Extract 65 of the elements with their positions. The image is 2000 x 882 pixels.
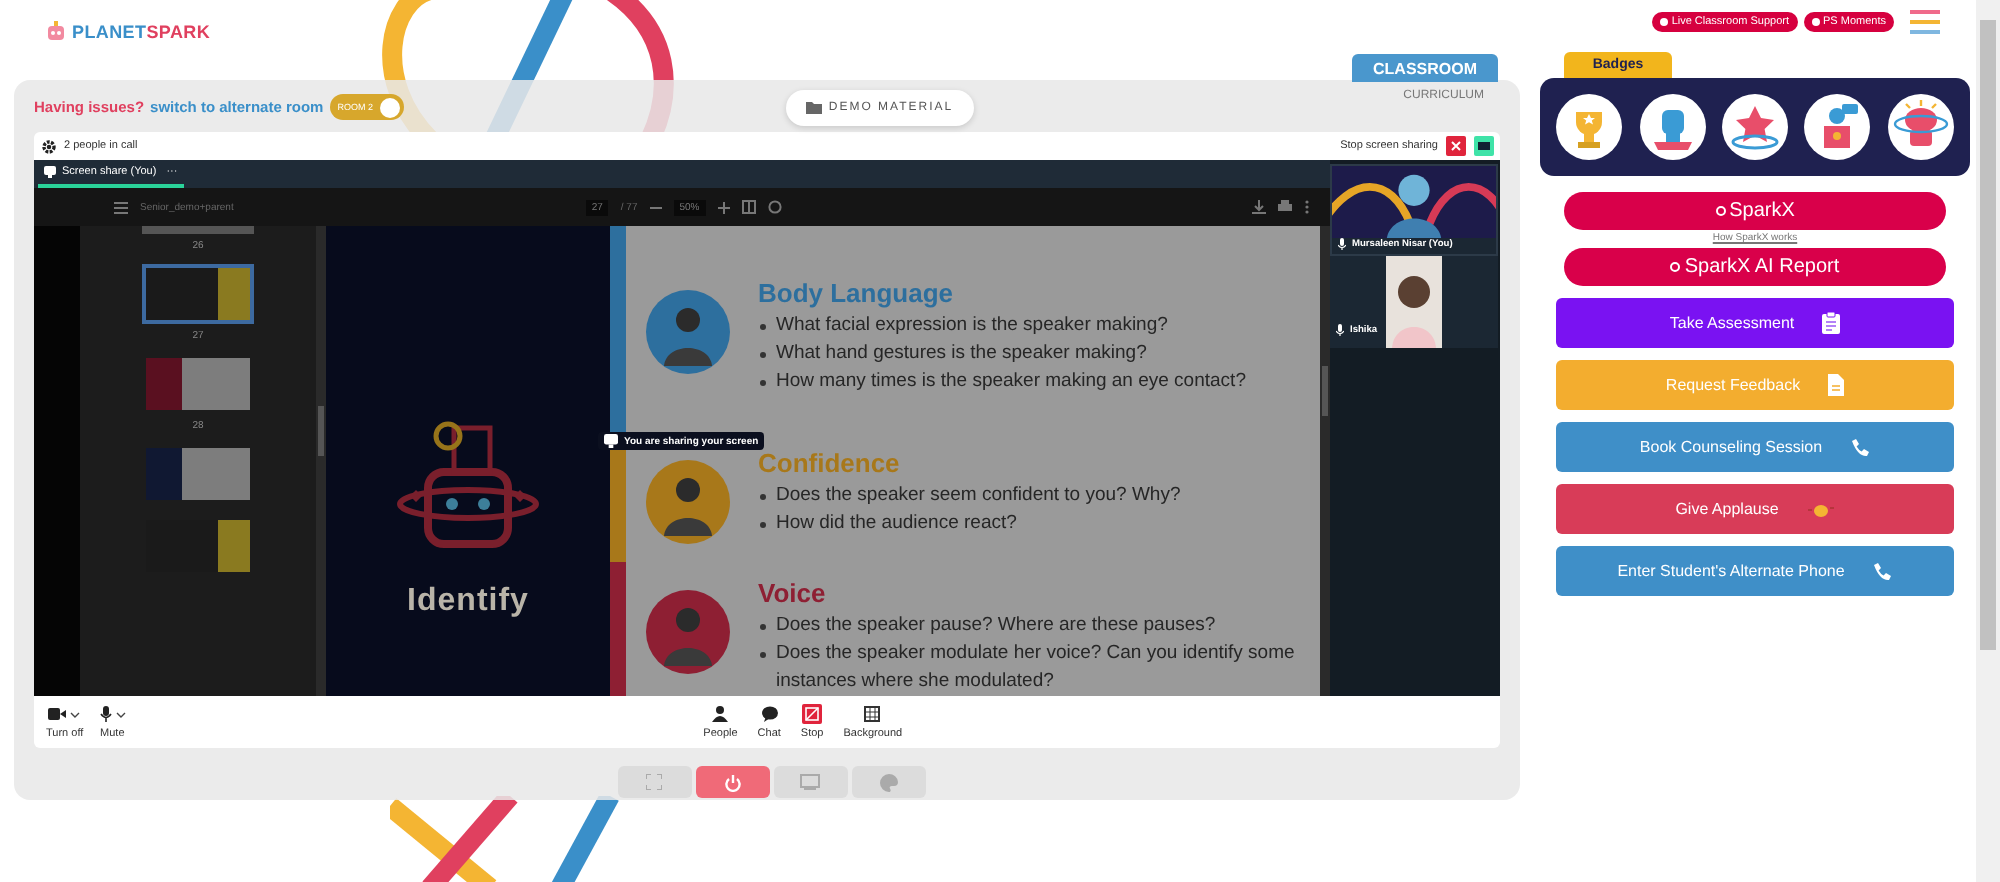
action-button[interactable]: Book Counseling Session xyxy=(1556,422,1954,472)
bullet-text: Does the speaker modulate her voice? Can you identify some instances where she modulated? xyxy=(758,640,1298,696)
classroom-tab[interactable]: CLASSROOM xyxy=(1352,54,1498,82)
microphone-icon xyxy=(99,706,112,722)
scrollbar[interactable] xyxy=(1320,226,1330,696)
scrollbar[interactable] xyxy=(1976,0,2000,882)
page-thumbnail[interactable] xyxy=(142,354,254,414)
bullet-text: How many times is the speaker making an eye contact? xyxy=(758,368,1298,396)
close-icon[interactable] xyxy=(1446,136,1466,156)
caret-icon xyxy=(70,711,81,717)
print-icon[interactable] xyxy=(1278,200,1292,214)
action-button[interactable]: Take Assessment xyxy=(1556,298,1954,348)
download-icon[interactable] xyxy=(1252,200,1266,214)
brain-badge-icon[interactable] xyxy=(1887,94,1954,160)
action-button[interactable]: Give Applause xyxy=(1556,484,1954,534)
palette-icon xyxy=(879,773,897,791)
logo-text: PLANETSPARK xyxy=(72,22,211,42)
page-thumbnail[interactable] xyxy=(142,444,254,504)
zoom-out-icon[interactable] xyxy=(649,201,662,213)
action-button[interactable]: Enter Student's Alternate Phone xyxy=(1556,546,1954,596)
stop-sharing-icon xyxy=(802,704,823,724)
menu-icon[interactable] xyxy=(1910,10,1940,34)
monitor-icon xyxy=(44,166,56,178)
page-thumbnail[interactable] xyxy=(142,226,254,234)
microphone-icon xyxy=(1338,238,1346,250)
sparkx-report-button[interactable]: SparkX AI Report xyxy=(1564,248,1946,286)
bullet-text: How did the audience react? xyxy=(758,509,1298,538)
background-icon xyxy=(864,706,881,722)
logo-icon xyxy=(44,20,68,44)
folder-icon xyxy=(806,101,823,113)
section-heading: Confidence xyxy=(758,447,902,478)
zoom-in-icon[interactable] xyxy=(717,201,730,213)
scrollbar[interactable] xyxy=(316,226,326,696)
document-icon xyxy=(1828,374,1845,396)
bullet-text: What facial expression is the speaker making? xyxy=(758,312,1298,340)
slide-title: Identify xyxy=(407,584,529,620)
sparkx-button[interactable]: SparkX xyxy=(1564,192,1946,230)
person-icon xyxy=(712,706,729,722)
caret-icon xyxy=(115,711,126,717)
power-button[interactable] xyxy=(695,766,769,798)
settings-icon[interactable] xyxy=(42,139,56,153)
clipboard-icon xyxy=(1822,312,1841,334)
fullscreen-icon xyxy=(646,774,662,790)
page-thumbnail[interactable] xyxy=(142,264,254,324)
phone-icon xyxy=(1850,437,1871,457)
bullet-text: Does the speaker seem confident to you? Why? xyxy=(758,481,1298,510)
phone-icon xyxy=(1872,561,1893,581)
trophy-badge-icon[interactable] xyxy=(1556,94,1623,160)
monitor-icon xyxy=(800,774,820,790)
power-icon xyxy=(723,773,741,791)
microphone-icon xyxy=(1336,324,1344,336)
star-badge-icon[interactable] xyxy=(1721,94,1788,160)
bullet-text: What hand gestures is the speaker making? xyxy=(758,340,1298,368)
bullet-text: Does the speaker pause? Where are these pauses? xyxy=(758,612,1298,640)
clapping-hands-icon xyxy=(1806,501,1835,517)
rotate-icon[interactable] xyxy=(767,200,782,214)
camera-icon xyxy=(48,708,67,720)
monitor-icon xyxy=(604,434,618,448)
section-heading: Voice xyxy=(758,578,828,608)
section-heading: Body Language xyxy=(758,278,956,308)
fit-page-icon[interactable] xyxy=(741,200,756,214)
menu-icon[interactable] xyxy=(114,201,128,213)
chat-icon xyxy=(761,706,778,722)
more-icon[interactable] xyxy=(1304,200,1310,214)
screen-share-icon[interactable] xyxy=(1474,136,1494,156)
